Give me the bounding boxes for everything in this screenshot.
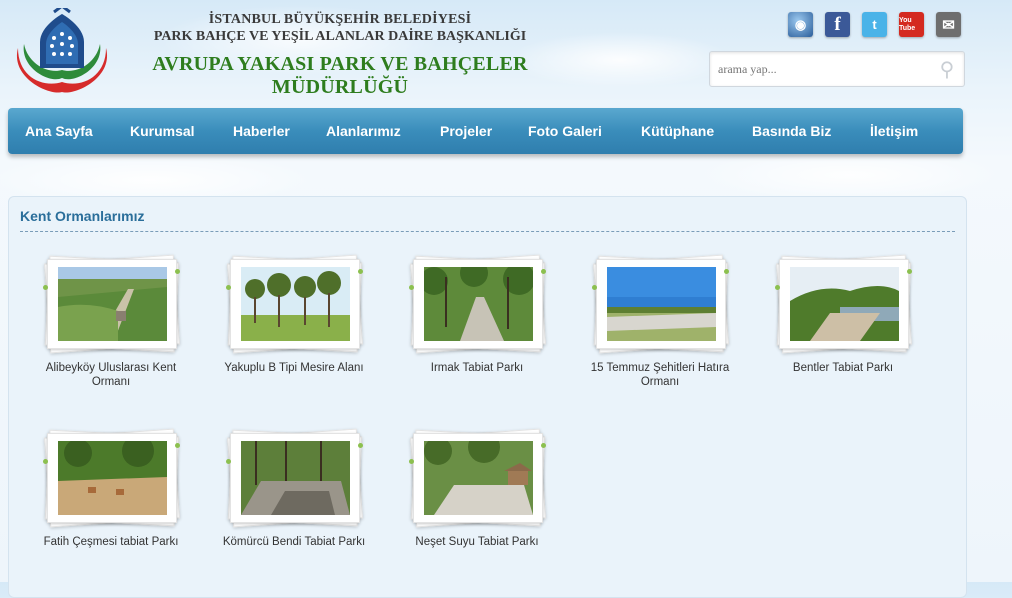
nav-alanlarimiz[interactable]: Alanlarımız [326, 123, 401, 139]
social-links: ◉ f t You Tube ✉ [788, 12, 961, 37]
park-photo [424, 441, 533, 515]
park-caption[interactable]: 15 Temmuz Şehitleri Hatıra Ormanı [580, 361, 740, 389]
park-card[interactable]: Kömürcü Bendi Tabiat Parkı [214, 428, 374, 549]
search-icon[interactable]: ⚲ [932, 54, 962, 84]
park-thumbnail[interactable] [41, 254, 181, 355]
park-card[interactable]: 15 Temmuz Şehitleri Hatıra Ormanı [580, 254, 740, 389]
park-thumbnail[interactable] [407, 428, 547, 529]
main-nav: Ana Sayfa Kurumsal Haberler Alanlarımız … [8, 108, 963, 154]
section-title: Kent Ormanlarımız [20, 208, 145, 224]
park-caption[interactable]: Neşet Suyu Tabiat Parkı [397, 535, 557, 549]
nav-foto-galeri[interactable]: Foto Galeri [528, 123, 602, 139]
park-photo [790, 267, 899, 341]
park-thumbnail[interactable] [224, 428, 364, 529]
park-card[interactable]: Irmak Tabiat Parkı [397, 254, 557, 375]
park-card[interactable]: Alibeyköy Uluslarası Kent Ormanı [31, 254, 191, 389]
park-photo [424, 267, 533, 341]
park-caption[interactable]: Yakuplu B Tipi Mesire Alanı [214, 361, 374, 375]
nav-kutuphane[interactable]: Kütüphane [641, 123, 714, 139]
park-card[interactable]: Neşet Suyu Tabiat Parkı [397, 428, 557, 549]
park-photo [58, 441, 167, 515]
park-caption[interactable]: Fatih Çeşmesi tabiat Parkı [31, 535, 191, 549]
section-divider [20, 231, 955, 232]
park-caption[interactable]: Kömürcü Bendi Tabiat Parkı [214, 535, 374, 549]
search-input[interactable] [716, 61, 920, 78]
park-photo [58, 267, 167, 341]
nav-ana-sayfa[interactable]: Ana Sayfa [25, 123, 93, 139]
park-card[interactable]: Yakuplu B Tipi Mesire Alanı [214, 254, 374, 375]
park-thumbnail[interactable] [41, 428, 181, 529]
park-card[interactable]: Fatih Çeşmesi tabiat Parkı [31, 428, 191, 549]
park-thumbnail[interactable] [407, 254, 547, 355]
header-line-3: AVRUPA YAKASI PARK VE BAHÇELER MÜDÜRLÜĞÜ [152, 53, 528, 98]
park-photo [241, 267, 350, 341]
header-line-1: İSTANBUL BÜYÜKŞEHİR BELEDİYESİ [208, 12, 472, 27]
facebook-icon[interactable]: f [825, 12, 850, 37]
mail-icon[interactable]: ✉ [936, 12, 961, 37]
park-thumbnail[interactable] [773, 254, 913, 355]
nav-haberler[interactable]: Haberler [233, 123, 290, 139]
park-caption[interactable]: Alibeyköy Uluslarası Kent Ormanı [31, 361, 191, 389]
park-photo [241, 441, 350, 515]
header-line-2: PARK BAHÇE VE YEŞİL ALANLAR DAİRE BAŞKAN… [153, 29, 527, 44]
park-photo [607, 267, 716, 341]
web-icon[interactable]: ◉ [788, 12, 813, 37]
nav-iletisim[interactable]: İletişim [870, 123, 918, 139]
park-caption[interactable]: Irmak Tabiat Parkı [397, 361, 557, 375]
ibb-logo[interactable] [10, 8, 114, 98]
park-thumbnail[interactable] [224, 254, 364, 355]
park-caption[interactable]: Bentler Tabiat Parkı [763, 361, 923, 375]
header-titles: İSTANBUL BÜYÜKŞEHİR BELEDİYESİ PARK BAHÇ… [120, 12, 560, 99]
nav-kurumsal[interactable]: Kurumsal [130, 123, 195, 139]
nav-projeler[interactable]: Projeler [440, 123, 492, 139]
search-box: ⚲ [709, 51, 965, 87]
park-thumbnail[interactable] [590, 254, 730, 355]
twitter-icon[interactable]: t [862, 12, 887, 37]
youtube-icon[interactable]: You Tube [899, 12, 924, 37]
nav-basinda-biz[interactable]: Basında Biz [752, 123, 831, 139]
content-panel: Kent Ormanlarımız Alibeyköy Uluslarası K… [8, 196, 967, 598]
park-card[interactable]: Bentler Tabiat Parkı [763, 254, 923, 375]
